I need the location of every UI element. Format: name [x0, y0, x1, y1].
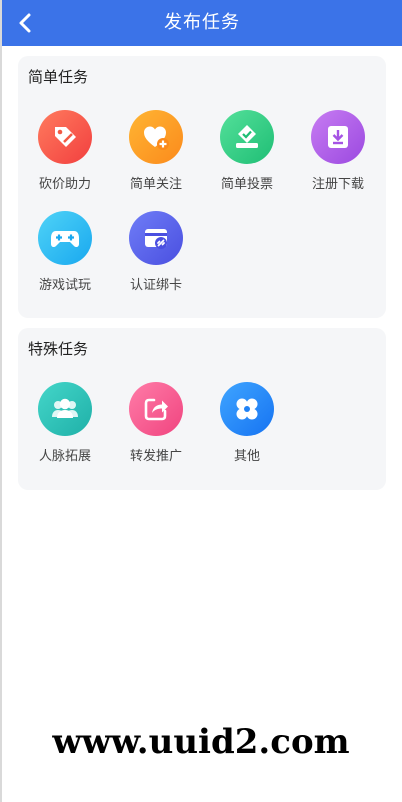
task-verify-bind-card[interactable]: 认证绑卡 — [111, 211, 201, 293]
screen-border — [0, 0, 2, 802]
vote-box-icon — [220, 110, 274, 164]
heart-plus-icon — [129, 110, 183, 164]
simple-tasks-title: 简单任务 — [28, 68, 89, 86]
price-tag-icon — [38, 110, 92, 164]
task-network-expand[interactable]: 人脉拓展 — [20, 382, 110, 464]
task-label: 游戏试玩 — [38, 278, 91, 293]
top-bar: 发布任务 — [2, 0, 402, 46]
task-label: 转发推广 — [129, 449, 182, 464]
task-other[interactable]: 其他 — [202, 382, 292, 464]
task-share-promote[interactable]: 转发推广 — [111, 382, 201, 464]
task-game-trial[interactable]: 游戏试玩 — [20, 211, 110, 293]
gamepad-icon — [38, 211, 92, 265]
task-register-download[interactable]: 注册下载 — [293, 110, 383, 192]
special-tasks-title: 特殊任务 — [28, 340, 89, 358]
special-tasks-card: 特殊任务 人脉拓展 转发推广 其他 — [18, 328, 386, 490]
card-link-icon — [129, 211, 183, 265]
share-icon — [129, 382, 183, 436]
task-label: 人脉拓展 — [38, 449, 91, 464]
watermark: www.uuid2.com — [52, 722, 350, 762]
task-label: 简单关注 — [129, 177, 182, 192]
page-title: 发布任务 — [164, 12, 240, 33]
task-bargain-assist[interactable]: 砍价助力 — [20, 110, 110, 192]
task-label: 认证绑卡 — [129, 278, 182, 293]
task-simple-vote[interactable]: 简单投票 — [202, 110, 292, 192]
task-label: 简单投票 — [220, 177, 273, 192]
people-icon — [38, 382, 92, 436]
download-icon — [311, 110, 365, 164]
task-simple-follow[interactable]: 简单关注 — [111, 110, 201, 192]
task-label: 其他 — [233, 449, 260, 464]
task-label: 注册下载 — [311, 177, 364, 192]
simple-tasks-card: 简单任务 砍价助力 简单关注 简单投票 注册下载 游戏试玩 认证绑卡 — [18, 56, 386, 318]
clover-icon — [220, 382, 274, 436]
task-label: 砍价助力 — [38, 177, 91, 192]
